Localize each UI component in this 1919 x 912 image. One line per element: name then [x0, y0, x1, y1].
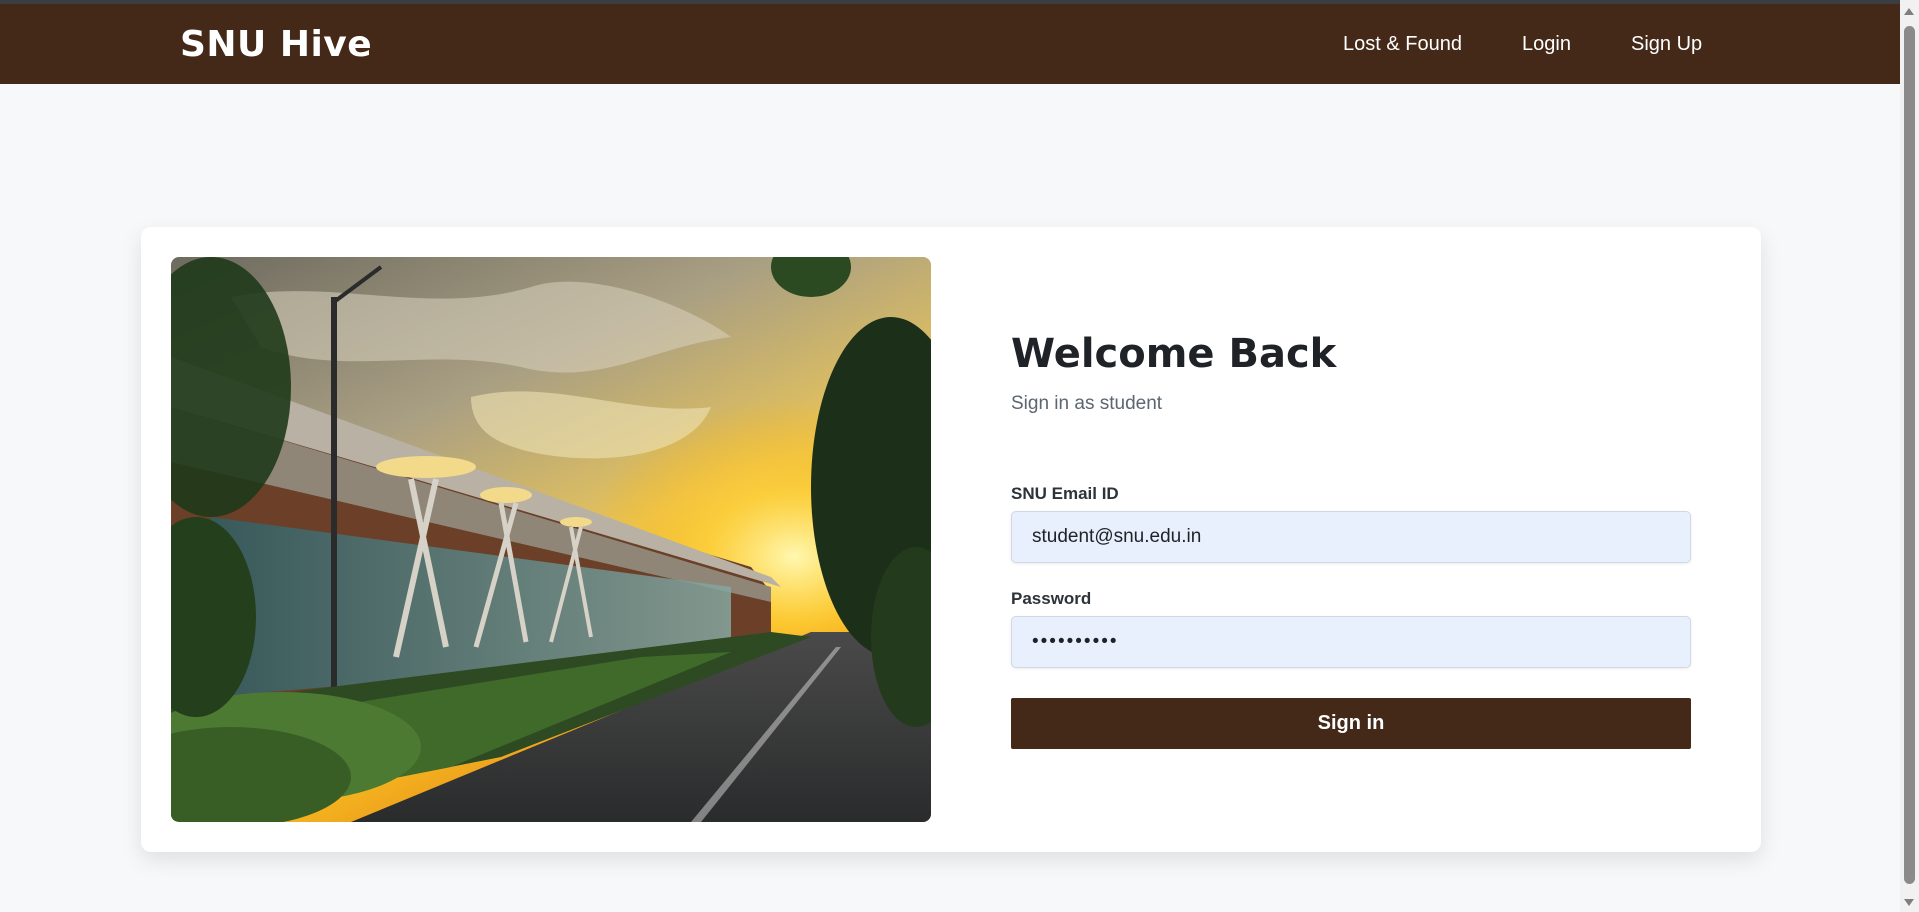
campus-photo — [171, 257, 931, 822]
page-subtitle: Sign in as student — [1011, 393, 1163, 414]
email-label: SNU Email ID — [1011, 484, 1119, 503]
top-navbar: SNU Hive Lost & Found Login Sign Up — [0, 4, 1900, 84]
vertical-scrollbar[interactable] — [1900, 0, 1919, 912]
email-field[interactable] — [1011, 511, 1691, 563]
brand-logo[interactable]: SNU Hive — [180, 24, 372, 65]
nav-lost-and-found[interactable]: Lost & Found — [1343, 33, 1462, 56]
password-field[interactable] — [1011, 616, 1691, 668]
sign-in-button[interactable]: Sign in — [1011, 698, 1691, 749]
page-title: Welcome Back — [1011, 331, 1337, 377]
scroll-down-arrow-icon[interactable] — [1904, 899, 1914, 906]
login-form: Welcome Back Sign in as student SNU Emai… — [1011, 227, 1691, 852]
nav-sign-up[interactable]: Sign Up — [1631, 33, 1702, 56]
scroll-up-arrow-icon[interactable] — [1904, 8, 1914, 15]
scrollbar-thumb[interactable] — [1904, 26, 1915, 884]
nav-login[interactable]: Login — [1522, 33, 1571, 56]
password-label: Password — [1011, 589, 1092, 608]
login-card: Welcome Back Sign in as student SNU Emai… — [141, 227, 1761, 852]
